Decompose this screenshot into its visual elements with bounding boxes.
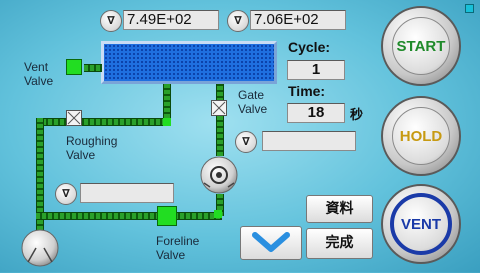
foreline-pressure-readout xyxy=(80,183,174,203)
roughing-pump-icon[interactable] xyxy=(20,228,60,268)
top-right-pressure-readout: 7.06E+02 xyxy=(250,10,346,30)
pipe-gate-vertical xyxy=(216,84,224,156)
hold-button-label: HOLD xyxy=(399,127,443,145)
chevron-down-icon xyxy=(252,232,290,252)
foreline-valve[interactable] xyxy=(157,206,177,226)
hold-button[interactable]: HOLD xyxy=(381,96,461,176)
gauge-icon: ∇ xyxy=(55,183,77,205)
gauge-icon: ∇ xyxy=(235,131,257,153)
roughing-valve[interactable] xyxy=(66,110,82,126)
gauge-icon: ∇ xyxy=(227,10,249,32)
cycle-value: 1 xyxy=(287,60,345,80)
foreline-valve-label: Foreline Valve xyxy=(156,234,200,262)
vacuum-chamber xyxy=(101,41,277,84)
roughing-valve-label: Roughing Valve xyxy=(66,134,118,162)
turbo-pump-icon[interactable] xyxy=(199,155,239,195)
vent-valve-label: Vent Valve xyxy=(24,60,54,88)
gauge-icon: ∇ xyxy=(100,10,122,32)
vent-valve[interactable] xyxy=(66,59,82,75)
time-label: Time: xyxy=(288,83,326,99)
status-indicator xyxy=(465,4,474,13)
pipe-foreline xyxy=(36,212,222,220)
pipe-joint xyxy=(163,118,171,126)
start-button[interactable]: START xyxy=(381,6,461,86)
vent-button[interactable]: VENT xyxy=(381,184,461,264)
gate-valve-label: Gate Valve xyxy=(238,88,268,116)
gate-valve[interactable] xyxy=(211,100,227,116)
time-value: 18 xyxy=(287,103,345,123)
start-button-label: START xyxy=(396,37,446,55)
time-unit: 秒 xyxy=(350,108,364,123)
gate-pressure-readout xyxy=(262,131,356,151)
expand-button[interactable] xyxy=(240,226,302,260)
complete-button[interactable]: 完成 xyxy=(306,228,373,259)
pipe-vent xyxy=(84,64,102,72)
vent-button-label: VENT xyxy=(400,215,441,233)
top-left-pressure-readout: 7.49E+02 xyxy=(123,10,219,30)
pipe-joint xyxy=(214,210,222,218)
pipe-roughing xyxy=(36,118,170,126)
data-button[interactable]: 資料 xyxy=(306,195,373,223)
cycle-label: Cycle: xyxy=(288,39,331,55)
